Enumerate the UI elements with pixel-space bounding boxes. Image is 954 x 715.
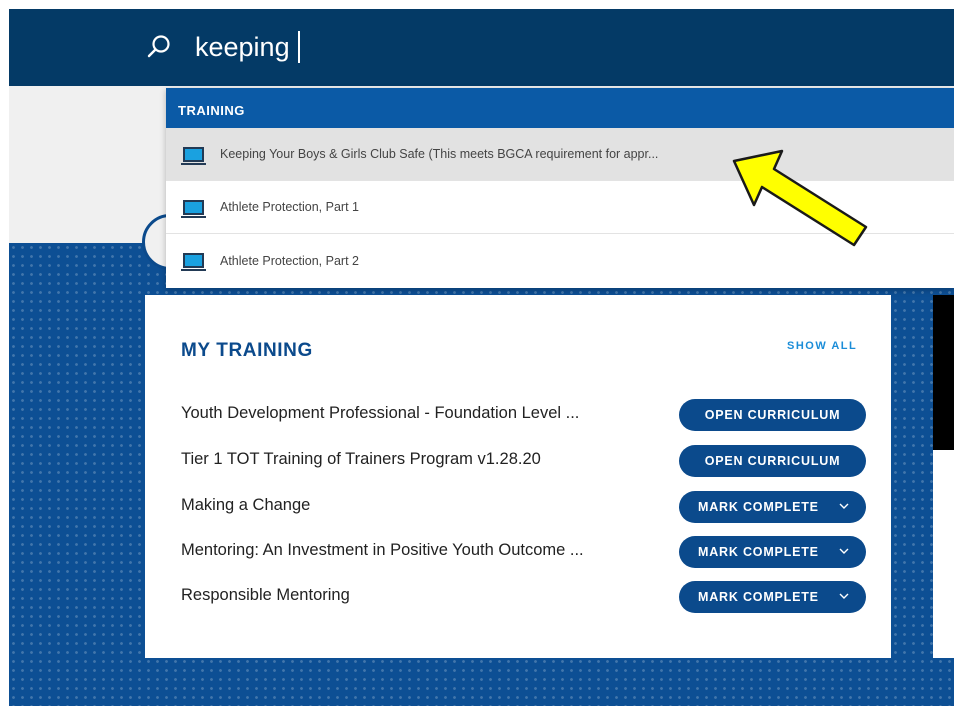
button-label: MARK COMPLETE xyxy=(698,500,819,514)
search-bar xyxy=(9,9,954,86)
training-row: Youth Development Professional - Foundat… xyxy=(181,399,871,431)
search-result-label: Athlete Protection, Part 1 xyxy=(220,200,359,214)
section-title: MY TRAINING xyxy=(181,340,313,361)
training-row: Mentoring: An Investment in Positive You… xyxy=(181,536,871,568)
button-label: OPEN CURRICULUM xyxy=(704,408,841,422)
my-training-card: MY TRAINING SHOW ALL Youth Development P… xyxy=(145,295,891,658)
callout-arrow-icon xyxy=(732,149,868,247)
search-input[interactable] xyxy=(195,27,795,67)
app-frame: TRAINING Keeping Your Boys & Girls Club … xyxy=(9,9,954,706)
training-name[interactable]: Responsible Mentoring xyxy=(181,586,350,605)
training-row: Making a Change MARK COMPLETE xyxy=(181,491,871,523)
training-row: Responsible Mentoring MARK COMPLETE xyxy=(181,581,871,613)
mark-complete-button[interactable]: MARK COMPLETE xyxy=(679,536,866,568)
results-section-header: TRAINING xyxy=(166,88,954,128)
text-caret xyxy=(298,31,300,63)
button-label: OPEN CURRICULUM xyxy=(704,454,841,468)
training-name[interactable]: Youth Development Professional - Foundat… xyxy=(181,404,579,423)
mark-complete-button[interactable]: MARK COMPLETE xyxy=(679,491,866,523)
search-icon[interactable] xyxy=(146,34,172,60)
monitor-icon xyxy=(181,146,206,165)
training-row: Tier 1 TOT Training of Trainers Program … xyxy=(181,445,871,477)
chevron-down-icon[interactable] xyxy=(838,500,850,512)
monitor-icon xyxy=(181,253,206,271)
show-all-link[interactable]: SHOW ALL xyxy=(787,340,857,352)
chevron-down-icon[interactable] xyxy=(838,545,850,557)
training-name[interactable]: Tier 1 TOT Training of Trainers Program … xyxy=(181,450,541,469)
open-curriculum-button[interactable]: OPEN CURRICULUM xyxy=(679,399,866,431)
training-name[interactable]: Making a Change xyxy=(181,496,310,515)
chevron-down-icon[interactable] xyxy=(838,590,850,602)
button-label: MARK COMPLETE xyxy=(698,545,819,559)
button-label: MARK COMPLETE xyxy=(698,590,819,604)
monitor-icon xyxy=(181,199,206,218)
mark-complete-button[interactable]: MARK COMPLETE xyxy=(679,581,866,613)
open-curriculum-button[interactable]: OPEN CURRICULUM xyxy=(679,445,866,477)
media-thumbnail xyxy=(933,295,954,450)
training-name[interactable]: Mentoring: An Investment in Positive You… xyxy=(181,541,584,560)
search-result-label: Keeping Your Boys & Girls Club Safe (Thi… xyxy=(220,147,659,161)
search-result-label: Athlete Protection, Part 2 xyxy=(220,253,359,268)
